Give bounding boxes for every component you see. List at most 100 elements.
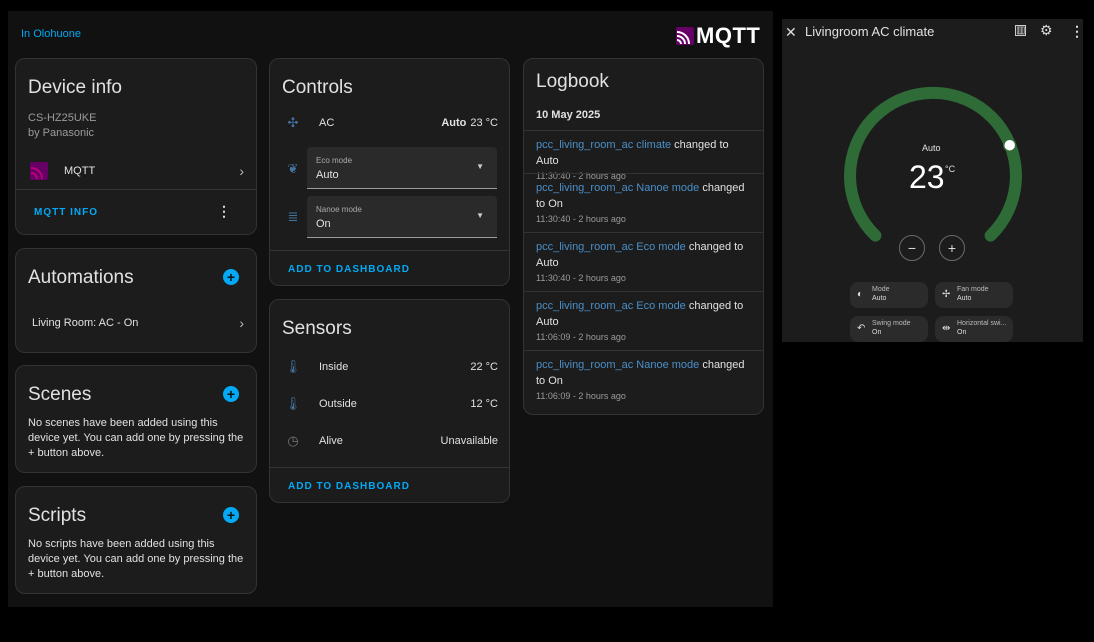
divider: [16, 189, 256, 190]
sensor-row-alive[interactable]: ◷ Alive Unavailable: [284, 433, 498, 449]
dialog-title: Livingroom AC climate: [805, 24, 935, 39]
leaf-icon: ❦: [287, 161, 299, 176]
scripts-empty-text: No scripts have been added using this de…: [28, 538, 244, 580]
device-page: In Olohuone MQTT Device info CS-HZ25UKE …: [8, 11, 773, 607]
log-entity-link[interactable]: pcc_living_room_ac Nanoe mode: [536, 359, 699, 371]
clock-icon: ◷: [287, 433, 299, 448]
fan-mode-pill[interactable]: ✢ Fan mode Auto: [935, 282, 1013, 308]
nanoe-mode-value: On: [316, 218, 331, 230]
target-temperature: 23: [909, 159, 945, 195]
sensors-title: Sensors: [282, 318, 352, 339]
logbook-title: Logbook: [536, 71, 609, 92]
log-entity-link[interactable]: pcc_living_room_ac Nanoe mode: [536, 182, 699, 194]
sensor-row-inside[interactable]: 🌡︎ Inside 22 °C: [284, 359, 498, 375]
ac-row[interactable]: ✣ AC Auto 23 °C: [284, 115, 498, 131]
automation-item[interactable]: Living Room: AC - On ›: [32, 315, 244, 331]
sensor-row-outside[interactable]: 🌡︎ Outside 12 °C: [284, 396, 498, 412]
controls-card: Controls ✣ AC Auto 23 °C ❦ Eco mode Auto…: [269, 58, 510, 286]
integration-row[interactable]: MQTT ›: [30, 162, 244, 180]
log-entry: pcc_living_room_ac Eco mode changed to A…: [524, 232, 763, 291]
integration-label: MQTT: [64, 165, 96, 177]
device-manufacturer: by Panasonic: [28, 127, 95, 139]
dial-handle[interactable]: [1002, 138, 1017, 152]
scripts-card: Scripts + No scripts have been added usi…: [15, 486, 257, 594]
fan-icon: ✢: [942, 289, 951, 300]
log-time: 11:06:09 - 2 hours ago: [536, 332, 626, 342]
log-entry: pcc_living_room_ac Eco mode changed to A…: [524, 291, 763, 350]
automations-card: Automations + Living Room: AC - On ›: [15, 248, 257, 353]
pill-label: Mode: [872, 286, 890, 293]
history-icon[interactable]: ▥: [1015, 25, 1026, 36]
device-model: CS-HZ25UKE: [28, 112, 97, 124]
climate-dialog: ✕ Livingroom AC climate ▥ ⚙ ⋮ Auto 23 °C…: [782, 19, 1084, 342]
log-time: 11:06:09 - 2 hours ago: [536, 391, 626, 401]
sensor-value: 12 °C: [470, 398, 498, 410]
dropdown-arrow-icon: ▼: [476, 162, 484, 171]
swing-mode-pill[interactable]: ↶ Swing mode On: [850, 316, 928, 342]
mqtt-info-button[interactable]: MQTT INFO: [34, 207, 98, 218]
thermostat-auto-icon: ◐: [857, 289, 864, 300]
logbook-date: 10 May 2025: [536, 109, 601, 121]
increase-temp-button[interactable]: +: [939, 235, 965, 261]
pill-value: On: [957, 329, 967, 336]
scenes-title: Scenes: [28, 384, 92, 405]
mode-pill[interactable]: ◐ Mode Auto: [850, 282, 928, 308]
mqtt-logo-text: MQTT: [696, 23, 761, 48]
ac-label: AC: [319, 117, 335, 129]
add-automation-button[interactable]: +: [223, 269, 239, 285]
gear-icon[interactable]: ⚙: [1040, 22, 1053, 39]
eco-mode-value: Auto: [316, 169, 339, 181]
temperature-unit: °C: [945, 164, 956, 174]
air-conditioner-icon: ✣: [287, 115, 299, 130]
thermometer-icon: 🌡︎: [284, 396, 302, 411]
chevron-right-icon: ›: [239, 315, 244, 331]
dropdown-arrow-icon: ▼: [476, 211, 484, 220]
sensors-add-to-dashboard-button[interactable]: ADD TO DASHBOARD: [288, 481, 410, 492]
more-vert-icon[interactable]: ⋮: [217, 203, 231, 220]
mqtt-logo-icon: [676, 27, 694, 45]
sensor-label: Outside: [319, 398, 357, 410]
pill-value: Auto: [957, 295, 972, 302]
more-vert-icon[interactable]: ⋮: [1070, 23, 1084, 40]
log-entity-link[interactable]: pcc_living_room_ac Eco mode: [536, 241, 686, 253]
pill-label: Swing mode: [872, 320, 911, 327]
sensor-label: Inside: [319, 361, 349, 373]
horizontal-swing-pill[interactable]: ⇹ Horizontal swi... On: [935, 316, 1013, 342]
divider: [270, 250, 509, 251]
scripts-title: Scripts: [28, 505, 87, 526]
sensor-value: Unavailable: [440, 435, 498, 447]
device-info-card: Device info CS-HZ25UKE by Panasonic MQTT…: [15, 58, 257, 235]
chevron-right-icon: ›: [239, 163, 244, 179]
scenes-empty-text: No scenes have been added using this dev…: [28, 417, 244, 459]
eco-mode-select[interactable]: Eco mode Auto ▼: [307, 147, 497, 189]
add-script-button[interactable]: +: [223, 507, 239, 523]
decrease-temp-button[interactable]: −: [899, 235, 925, 261]
ac-temp: 23 °C: [470, 117, 498, 129]
swing-icon: ↶: [857, 323, 866, 334]
sensor-value: 22 °C: [470, 361, 498, 373]
log-entry: pcc_living_room_ac climate changed to Au…: [524, 130, 763, 181]
log-entity-link[interactable]: pcc_living_room_ac climate: [536, 139, 671, 151]
nanoe-mode-label: Nanoe mode: [316, 205, 362, 214]
nanoe-mode-select[interactable]: Nanoe mode On ▼: [307, 196, 497, 238]
log-time: 11:30:40 - 2 hours ago: [536, 214, 626, 224]
mqtt-logo: MQTT: [676, 23, 760, 49]
controls-add-to-dashboard-button[interactable]: ADD TO DASHBOARD: [288, 264, 410, 275]
ac-mode: Auto: [441, 117, 467, 129]
logbook-card: Logbook 10 May 2025 pcc_living_room_ac c…: [523, 58, 764, 415]
controls-title: Controls: [282, 77, 353, 98]
pill-value: Auto: [872, 295, 887, 302]
area-link[interactable]: In Olohuone: [21, 28, 81, 40]
log-entity-link[interactable]: pcc_living_room_ac Eco mode: [536, 300, 686, 312]
hvac-mode-label: Auto: [922, 143, 941, 153]
pill-label: Horizontal swi...: [957, 320, 1007, 327]
pill-value: On: [872, 329, 882, 336]
log-time: 11:30:40 - 2 hours ago: [536, 273, 626, 283]
eco-mode-label: Eco mode: [316, 156, 353, 165]
device-info-title: Device info: [28, 77, 122, 98]
divider: [270, 467, 509, 468]
add-scene-button[interactable]: +: [223, 386, 239, 402]
sensor-label: Alive: [319, 435, 343, 447]
scenes-card: Scenes + No scenes have been added using…: [15, 365, 257, 473]
close-icon[interactable]: ✕: [785, 24, 797, 41]
